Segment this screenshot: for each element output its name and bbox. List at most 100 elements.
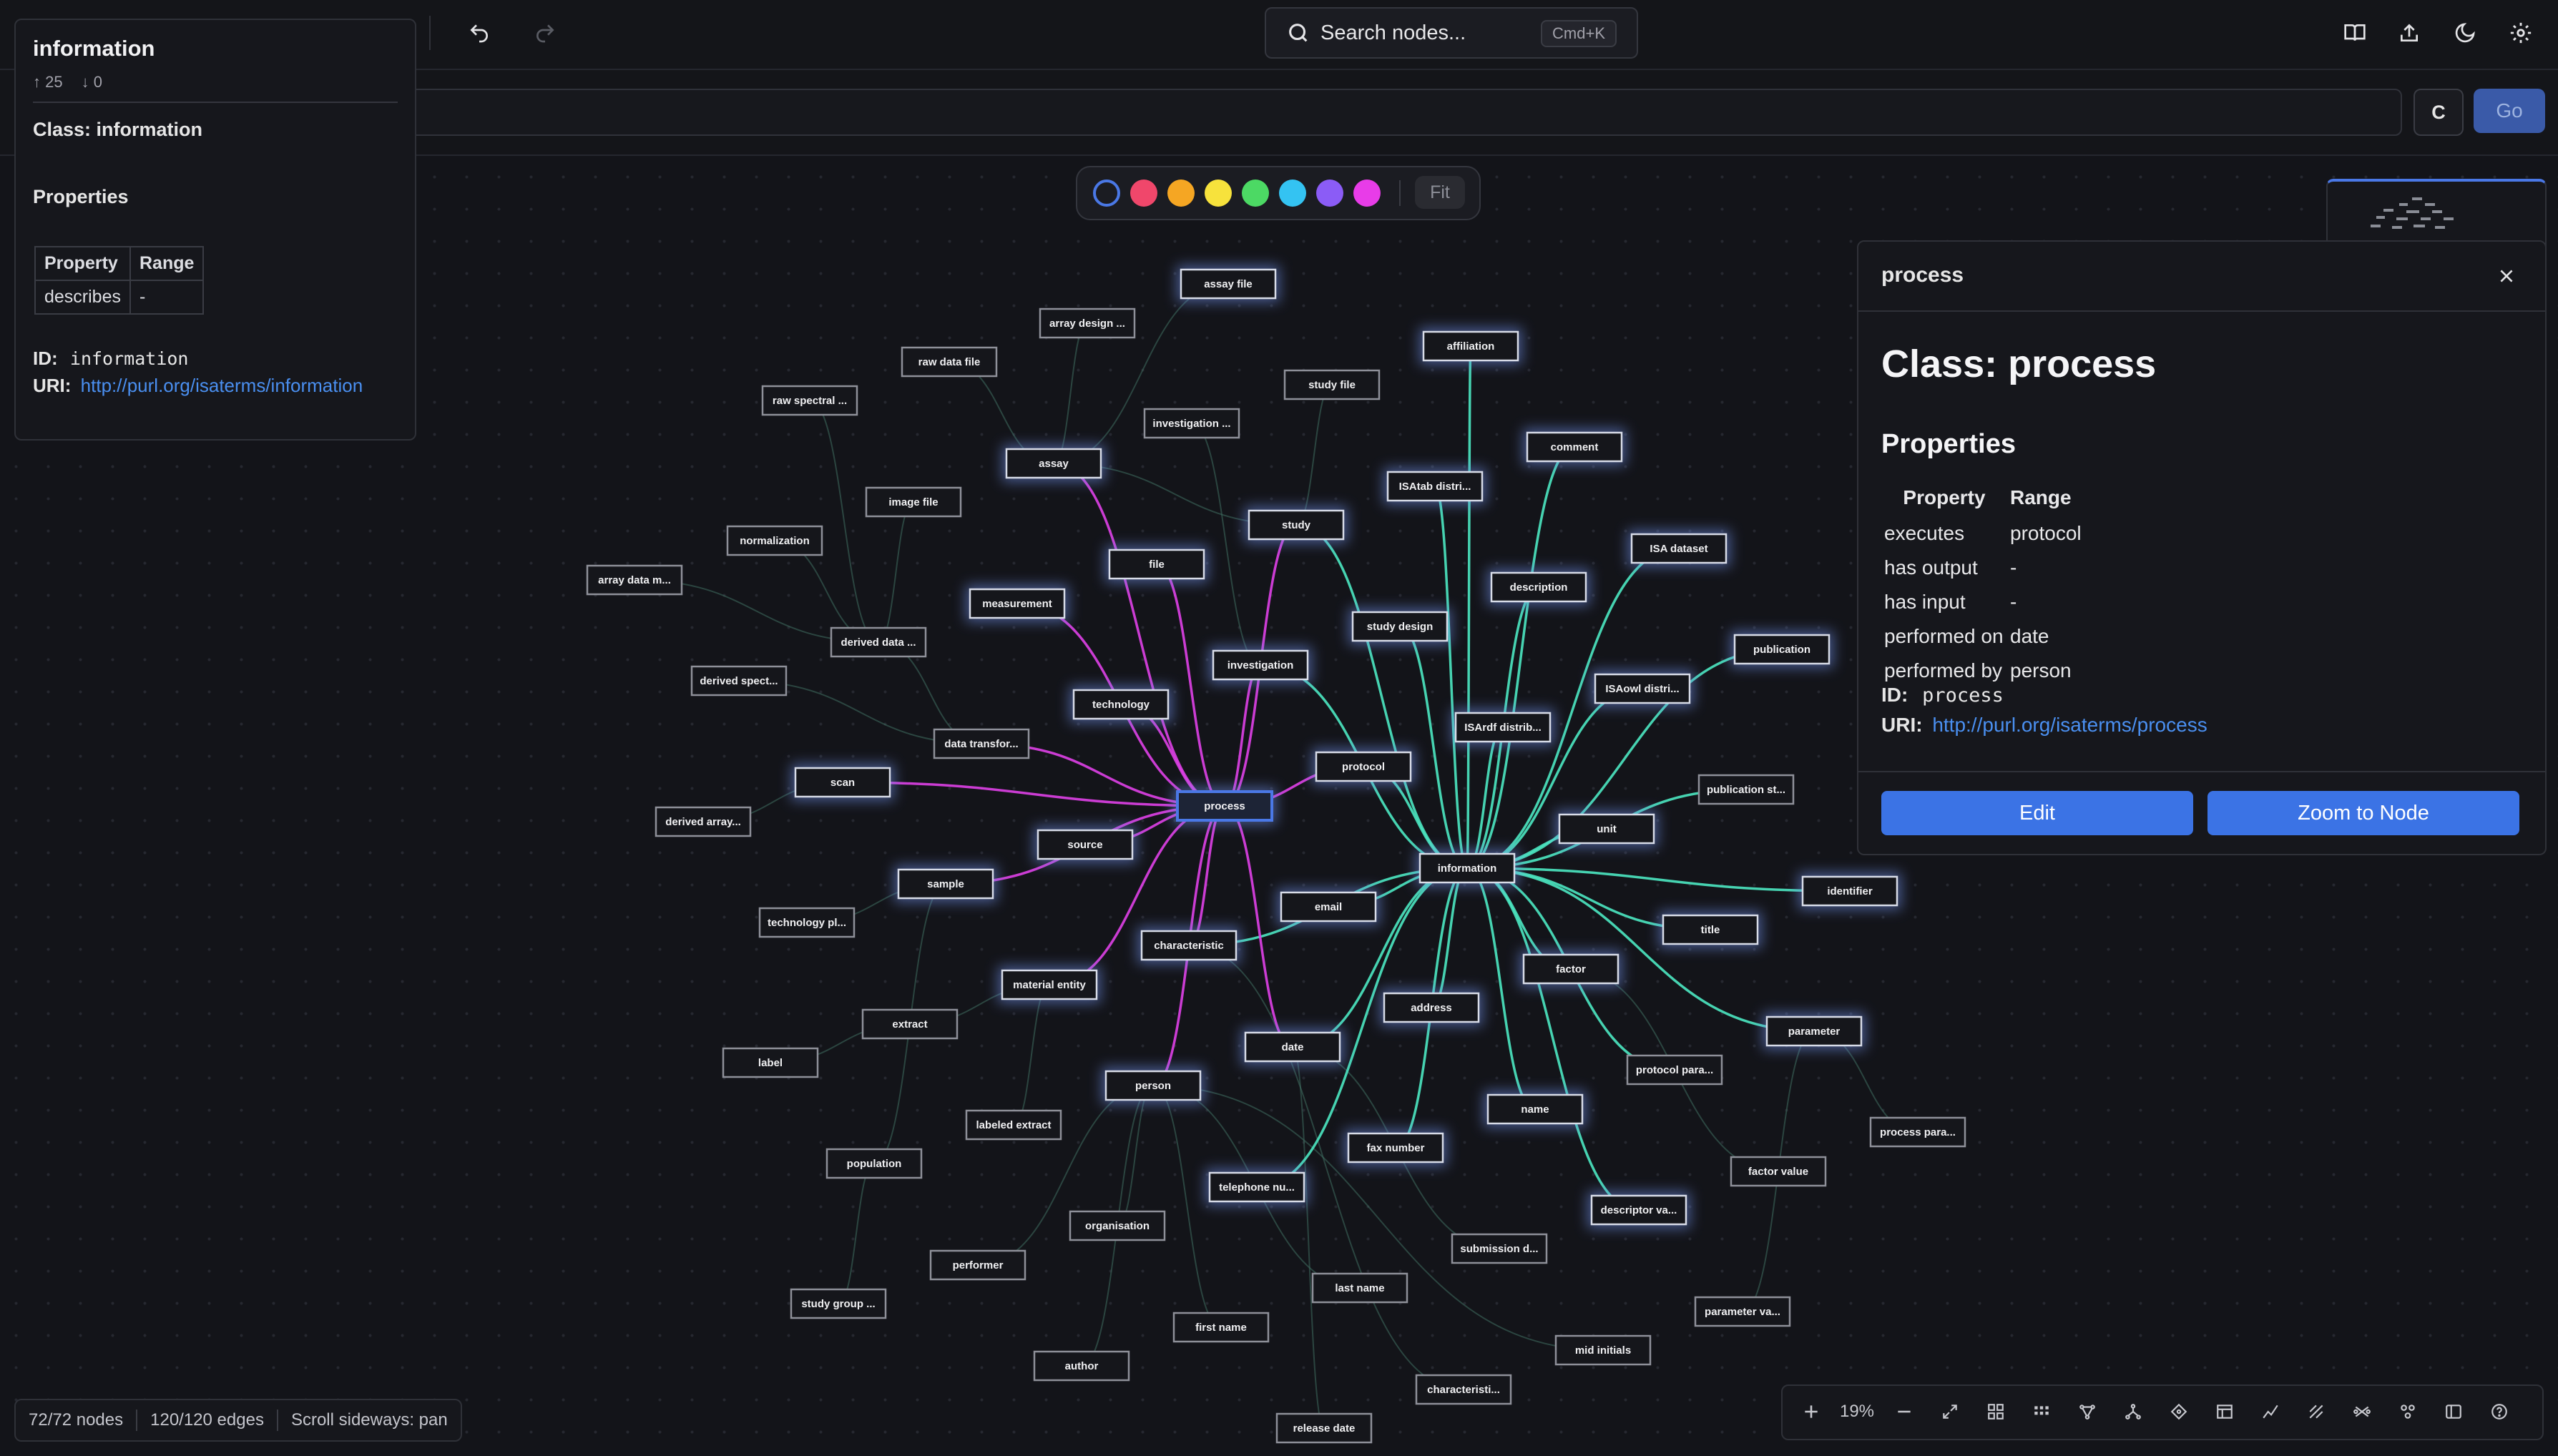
- edit-button[interactable]: Edit: [1881, 791, 2193, 835]
- edges-style-icon[interactable]: [2300, 1396, 2332, 1427]
- graph-node-scan[interactable]: scan: [791, 764, 894, 801]
- graph-node-study-group[interactable]: study group ...: [790, 1288, 887, 1319]
- fit-view-icon[interactable]: [1934, 1396, 1966, 1427]
- graph-node-parameter[interactable]: parameter: [1763, 1013, 1866, 1050]
- graph-node-isa-dataset[interactable]: ISA dataset: [1627, 530, 1730, 567]
- upload-icon[interactable]: [2393, 17, 2425, 49]
- graph-node-derived-spect[interactable]: derived spect...: [690, 665, 788, 697]
- table-view-icon[interactable]: [2209, 1396, 2240, 1427]
- graph-node-factor[interactable]: factor: [1519, 950, 1622, 988]
- graph-node-address[interactable]: address: [1380, 989, 1483, 1026]
- graph-node-organisation[interactable]: organisation: [1069, 1210, 1166, 1241]
- go-button[interactable]: Go: [2474, 89, 2545, 133]
- graph-node-affiliation[interactable]: affiliation: [1419, 328, 1522, 365]
- hierarchy-layout-icon[interactable]: [2072, 1396, 2103, 1427]
- graph-node-author[interactable]: author: [1033, 1350, 1130, 1382]
- graph-node-array-design[interactable]: array design ...: [1039, 308, 1136, 339]
- graph-node-investigation[interactable]: investigation: [1209, 646, 1312, 684]
- graph-node-study-file[interactable]: study file: [1283, 369, 1381, 400]
- dense-grid-icon[interactable]: [2026, 1396, 2057, 1427]
- graph-node-characteristi[interactable]: characteristi...: [1415, 1374, 1512, 1405]
- graph-node-identifier[interactable]: identifier: [1798, 872, 1901, 910]
- graph-node-raw-data-file[interactable]: raw data file: [901, 346, 998, 378]
- search-box[interactable]: Search nodes... Cmd+K: [1265, 7, 1638, 59]
- line-chart-icon[interactable]: [2255, 1396, 2286, 1427]
- color-swatch-orange[interactable]: [1167, 179, 1195, 207]
- graph-node-information[interactable]: information: [1416, 850, 1519, 887]
- close-icon[interactable]: [2492, 262, 2521, 290]
- redo-icon[interactable]: [529, 17, 561, 49]
- graph-node-measurement[interactable]: measurement: [966, 585, 1069, 622]
- graph-node-study-design[interactable]: study design: [1348, 608, 1451, 645]
- graph-node-description[interactable]: description: [1487, 569, 1590, 606]
- color-swatch-green[interactable]: [1242, 179, 1269, 207]
- clear-button[interactable]: C: [2414, 89, 2464, 136]
- graph-node-sample[interactable]: sample: [894, 865, 997, 902]
- graph-node-study[interactable]: study: [1245, 506, 1348, 543]
- graph-node-release-date[interactable]: release date: [1275, 1412, 1373, 1444]
- graph-node-submission-d[interactable]: submission d...: [1451, 1233, 1548, 1264]
- fit-button[interactable]: Fit: [1415, 176, 1465, 209]
- undo-icon[interactable]: [464, 17, 495, 49]
- dark-mode-icon[interactable]: [2449, 17, 2481, 49]
- graph-node-telephone-nu[interactable]: telephone nu...: [1205, 1169, 1308, 1206]
- graph-node-label[interactable]: label: [722, 1047, 819, 1078]
- graph-node-characteristic[interactable]: characteristic: [1137, 927, 1240, 964]
- graph-node-last-name[interactable]: last name: [1311, 1272, 1408, 1304]
- color-swatch-yellow[interactable]: [1205, 179, 1232, 207]
- graph-node-person[interactable]: person: [1102, 1067, 1205, 1104]
- graph-node-first-name[interactable]: first name: [1172, 1312, 1270, 1343]
- graph-node-protocol[interactable]: protocol: [1312, 748, 1415, 785]
- graph-node-extract[interactable]: extract: [861, 1008, 959, 1040]
- graph-node-technology[interactable]: technology: [1069, 686, 1172, 723]
- sidebar-icon[interactable]: [2438, 1396, 2469, 1427]
- graph-node-fax-number[interactable]: fax number: [1344, 1129, 1447, 1166]
- cluster-icon[interactable]: [2392, 1396, 2424, 1427]
- graph-node-derived-array[interactable]: derived array...: [655, 806, 752, 837]
- zoom-in-icon[interactable]: [1795, 1396, 1827, 1427]
- graph-node-comment[interactable]: comment: [1523, 428, 1626, 466]
- uri-link[interactable]: http://purl.org/isaterms/information: [81, 375, 363, 396]
- graph-node-mid-initials[interactable]: mid initials: [1554, 1334, 1652, 1366]
- graph-node-file[interactable]: file: [1105, 546, 1208, 583]
- graph-node-investigation-file[interactable]: investigation ...: [1143, 408, 1240, 439]
- color-swatch-purple[interactable]: [1316, 179, 1343, 207]
- graph-node-protocol-para[interactable]: protocol para...: [1626, 1054, 1723, 1086]
- color-swatch-magenta[interactable]: [1353, 179, 1381, 207]
- gear-icon[interactable]: [2505, 17, 2537, 49]
- graph-node-data-transfor[interactable]: data transfor...: [933, 728, 1030, 759]
- graph-node-date[interactable]: date: [1241, 1028, 1344, 1066]
- graph-node-performer[interactable]: performer: [929, 1249, 1026, 1281]
- color-swatch-red[interactable]: [1130, 179, 1157, 207]
- zoom-out-icon[interactable]: [1888, 1396, 1920, 1427]
- graph-node-source[interactable]: source: [1034, 826, 1137, 863]
- diamond-layout-icon[interactable]: [2163, 1396, 2195, 1427]
- query-input[interactable]: [401, 89, 2402, 136]
- graph-node-process-para[interactable]: process para...: [1869, 1116, 1966, 1148]
- graph-node-assay-file[interactable]: assay file: [1177, 265, 1280, 302]
- help-icon[interactable]: [2484, 1396, 2515, 1427]
- tree-layout-icon[interactable]: [2117, 1396, 2149, 1427]
- graph-node-labeled-extract[interactable]: labeled extract: [965, 1109, 1062, 1141]
- color-swatch-cyan[interactable]: [1279, 179, 1306, 207]
- graph-node-factor-value[interactable]: factor value: [1730, 1156, 1827, 1187]
- graph-node-descriptor-va[interactable]: descriptor va...: [1587, 1191, 1690, 1229]
- uri-link[interactable]: http://purl.org/isaterms/process: [1932, 714, 2207, 736]
- graph-node-isaowl-distri[interactable]: ISAowl distri...: [1591, 670, 1694, 707]
- grid-layout-icon[interactable]: [1980, 1396, 2011, 1427]
- graph-node-array-data-m[interactable]: array data m...: [586, 564, 683, 596]
- graph-node-process[interactable]: process: [1173, 787, 1276, 825]
- graph-node-population[interactable]: population: [825, 1148, 923, 1179]
- graph-node-isatab-distri[interactable]: ISAtab distri...: [1383, 468, 1486, 505]
- graph-node-derived-data[interactable]: derived data ...: [830, 626, 927, 658]
- graph-node-publication-st[interactable]: publication st...: [1697, 774, 1795, 805]
- graph-node-title[interactable]: title: [1659, 911, 1762, 948]
- graph-node-publication[interactable]: publication: [1730, 631, 1833, 668]
- graph-node-unit[interactable]: unit: [1555, 810, 1658, 847]
- book-icon[interactable]: [2339, 17, 2371, 49]
- graph-node-raw-spectral[interactable]: raw spectral ...: [761, 385, 858, 416]
- zoom-to-node-button[interactable]: Zoom to Node: [2207, 791, 2519, 835]
- graph-node-image-file[interactable]: image file: [865, 486, 962, 518]
- graph-node-isardf-distrib[interactable]: ISArdf distrib...: [1451, 709, 1554, 746]
- graph-node-material-entity[interactable]: material entity: [998, 966, 1101, 1003]
